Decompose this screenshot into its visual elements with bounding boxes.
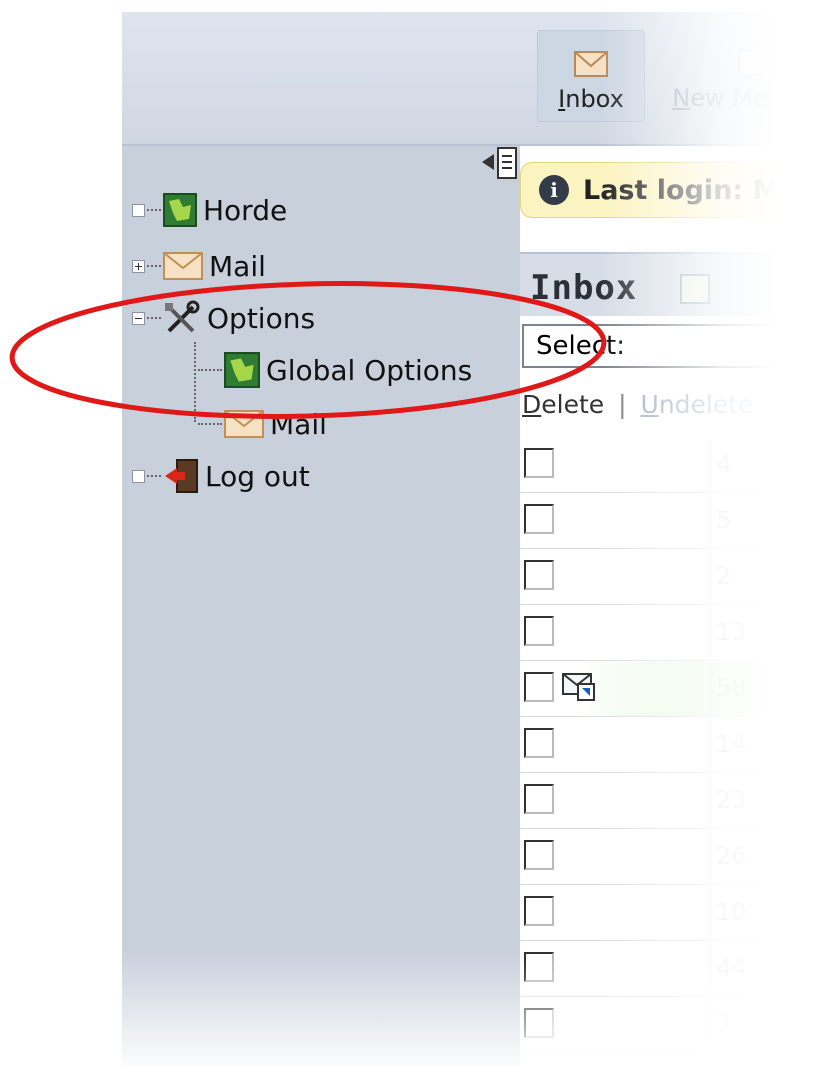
sidebar-item-label: Horde <box>203 193 288 227</box>
new-message-toolbar-button[interactable]: New Me <box>660 30 780 120</box>
sidebar-collapse-icon[interactable] <box>480 146 520 186</box>
column-divider <box>710 662 711 716</box>
sidebar-item-label: Log out <box>205 459 310 493</box>
row-number: 23 <box>716 786 747 814</box>
row-checkbox[interactable] <box>524 896 554 926</box>
tree-connector <box>198 369 222 371</box>
table-row[interactable]: 26 <box>520 830 822 885</box>
table-row[interactable]: 5 <box>520 494 822 549</box>
info-icon: i <box>539 175 569 205</box>
tree-connector <box>147 265 161 267</box>
row-number: 2 <box>716 562 732 590</box>
refresh-icon[interactable] <box>680 274 710 304</box>
table-row[interactable]: 58 <box>520 662 822 717</box>
row-checkbox[interactable] <box>524 504 554 534</box>
forwarded-mail-icon <box>562 673 595 701</box>
select-dropdown-value: Select: <box>536 331 625 361</box>
row-checkbox[interactable] <box>524 840 554 870</box>
horde-icon <box>163 193 197 227</box>
sidebar-item-label: Mail <box>209 249 266 283</box>
table-row[interactable]: 10 <box>520 886 822 941</box>
column-divider <box>710 494 711 548</box>
sidebar-fade <box>122 950 520 1088</box>
page-title: Inbox <box>530 268 638 308</box>
row-checkbox[interactable] <box>524 784 554 814</box>
column-divider <box>710 830 711 884</box>
row-number: 13 <box>716 618 747 646</box>
row-number: 14 <box>716 730 747 758</box>
screenshot-stage: Inbox New Me Horde Mail Options Global O… <box>0 0 822 1088</box>
tree-leaf-box <box>132 203 145 217</box>
action-separator: | <box>618 390 627 419</box>
delete-link[interactable]: Delete <box>522 390 604 419</box>
inbox-header: Inbox <box>520 252 822 316</box>
row-number: 4 <box>716 450 732 478</box>
column-divider <box>710 438 711 492</box>
new-message-toolbar-label: New Me <box>672 84 768 112</box>
sidebar-item-label: Mail <box>270 407 327 441</box>
table-row[interactable]: 13 <box>520 606 822 661</box>
select-dropdown[interactable]: Select: <box>522 324 812 368</box>
mail-envelope-icon <box>224 410 264 438</box>
tree-connector <box>147 475 161 477</box>
tree-connector <box>198 423 222 425</box>
new-message-icon <box>738 50 766 76</box>
table-row[interactable]: 23 <box>520 774 822 829</box>
sidebar-item-mail[interactable]: Mail <box>132 246 266 286</box>
sidebar-item-options[interactable]: Options <box>132 298 315 338</box>
sidebar-item-logout[interactable]: Log out <box>132 456 310 496</box>
sidebar-item-global-options[interactable]: Global Options <box>196 350 472 390</box>
column-divider <box>710 718 711 772</box>
notice-text: Last login: M <box>583 174 780 206</box>
row-checkbox[interactable] <box>524 1008 554 1038</box>
row-number: 5 <box>716 506 732 534</box>
table-row[interactable]: 44 <box>520 942 822 997</box>
table-row[interactable]: 14 <box>520 718 822 773</box>
column-divider <box>710 886 711 940</box>
mail-envelope-icon <box>163 252 203 280</box>
column-divider <box>710 550 711 604</box>
last-login-notice: i Last login: M <box>520 162 822 218</box>
horde-icon <box>224 352 260 388</box>
row-number: 26 <box>716 842 747 870</box>
row-number: 7 <box>716 1010 732 1038</box>
row-checkbox[interactable] <box>524 560 554 590</box>
row-number: 10 <box>716 898 747 926</box>
table-row[interactable]: 7 <box>520 998 822 1053</box>
collapse-minus-icon[interactable] <box>132 311 145 325</box>
tree-leaf-box <box>132 469 145 483</box>
column-divider <box>710 774 711 828</box>
table-row[interactable]: 4 <box>520 438 822 493</box>
undelete-link[interactable]: Undelete <box>641 390 754 419</box>
column-divider <box>710 606 711 660</box>
column-divider <box>710 998 711 1052</box>
sidebar-item-label: Options <box>207 301 316 335</box>
sidebar-item-options-mail[interactable]: Mail <box>196 404 327 444</box>
column-divider <box>710 942 711 996</box>
tree-connector <box>147 209 161 211</box>
message-actions: Delete | Undelete <box>522 390 753 419</box>
row-checkbox[interactable] <box>524 672 554 702</box>
row-checkbox[interactable] <box>524 616 554 646</box>
tools-icon <box>165 300 200 333</box>
row-number: 58 <box>716 674 747 702</box>
row-checkbox[interactable] <box>524 952 554 982</box>
mail-envelope-icon <box>574 51 608 77</box>
inbox-toolbar-label: Inbox <box>558 85 624 113</box>
expand-plus-icon[interactable] <box>132 259 145 273</box>
inbox-toolbar-button[interactable]: Inbox <box>537 30 645 122</box>
row-checkbox[interactable] <box>524 728 554 758</box>
tree-connector <box>147 317 161 319</box>
table-row[interactable]: 2 <box>520 550 822 605</box>
sidebar-item-label: Global Options <box>266 353 473 387</box>
row-checkbox[interactable] <box>524 448 554 478</box>
logout-door-icon <box>165 459 198 493</box>
sidebar-item-horde[interactable]: Horde <box>132 190 287 230</box>
row-number: 44 <box>716 954 747 982</box>
